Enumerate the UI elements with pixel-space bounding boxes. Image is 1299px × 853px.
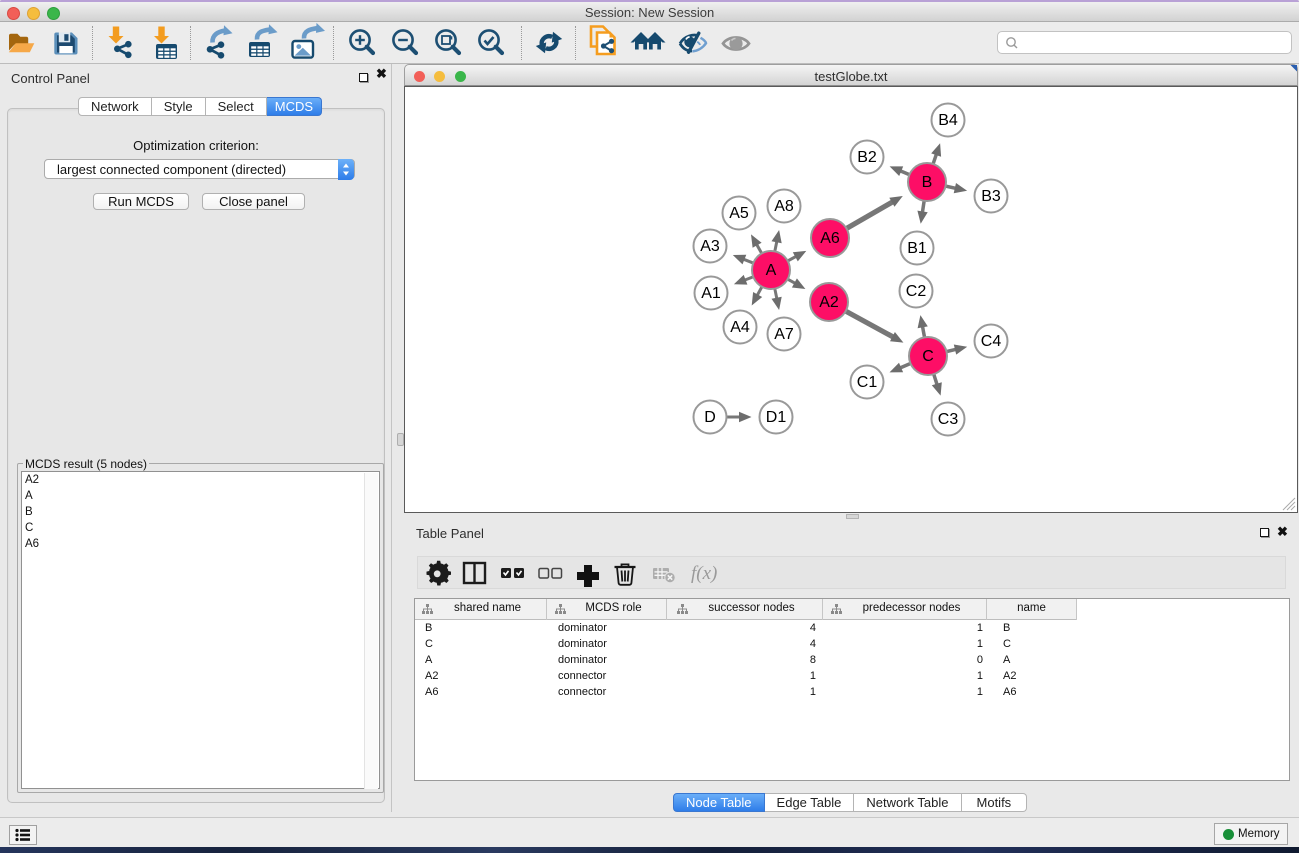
svg-text:B2: B2 xyxy=(857,149,877,166)
svg-text:B4: B4 xyxy=(938,112,958,129)
svg-text:C: C xyxy=(922,348,934,365)
svg-text:B1: B1 xyxy=(907,240,927,257)
svg-text:D: D xyxy=(704,409,716,426)
svg-text:B3: B3 xyxy=(981,188,1001,205)
svg-text:A8: A8 xyxy=(774,198,794,215)
svg-text:A2: A2 xyxy=(819,294,839,311)
svg-text:B: B xyxy=(922,174,933,191)
svg-text:C3: C3 xyxy=(938,411,959,428)
svg-text:A1: A1 xyxy=(701,285,721,302)
svg-text:A4: A4 xyxy=(730,319,750,336)
svg-text:A3: A3 xyxy=(700,238,720,255)
svg-text:C2: C2 xyxy=(906,283,927,300)
svg-text:f(x): f(x) xyxy=(691,563,717,584)
svg-text:A7: A7 xyxy=(774,326,794,343)
svg-text:C1: C1 xyxy=(857,374,878,391)
svg-text:A6: A6 xyxy=(820,230,840,247)
svg-text:C4: C4 xyxy=(981,333,1002,350)
svg-text:D1: D1 xyxy=(766,409,787,426)
svg-text:A5: A5 xyxy=(729,205,749,222)
svg-text:A: A xyxy=(766,262,777,279)
